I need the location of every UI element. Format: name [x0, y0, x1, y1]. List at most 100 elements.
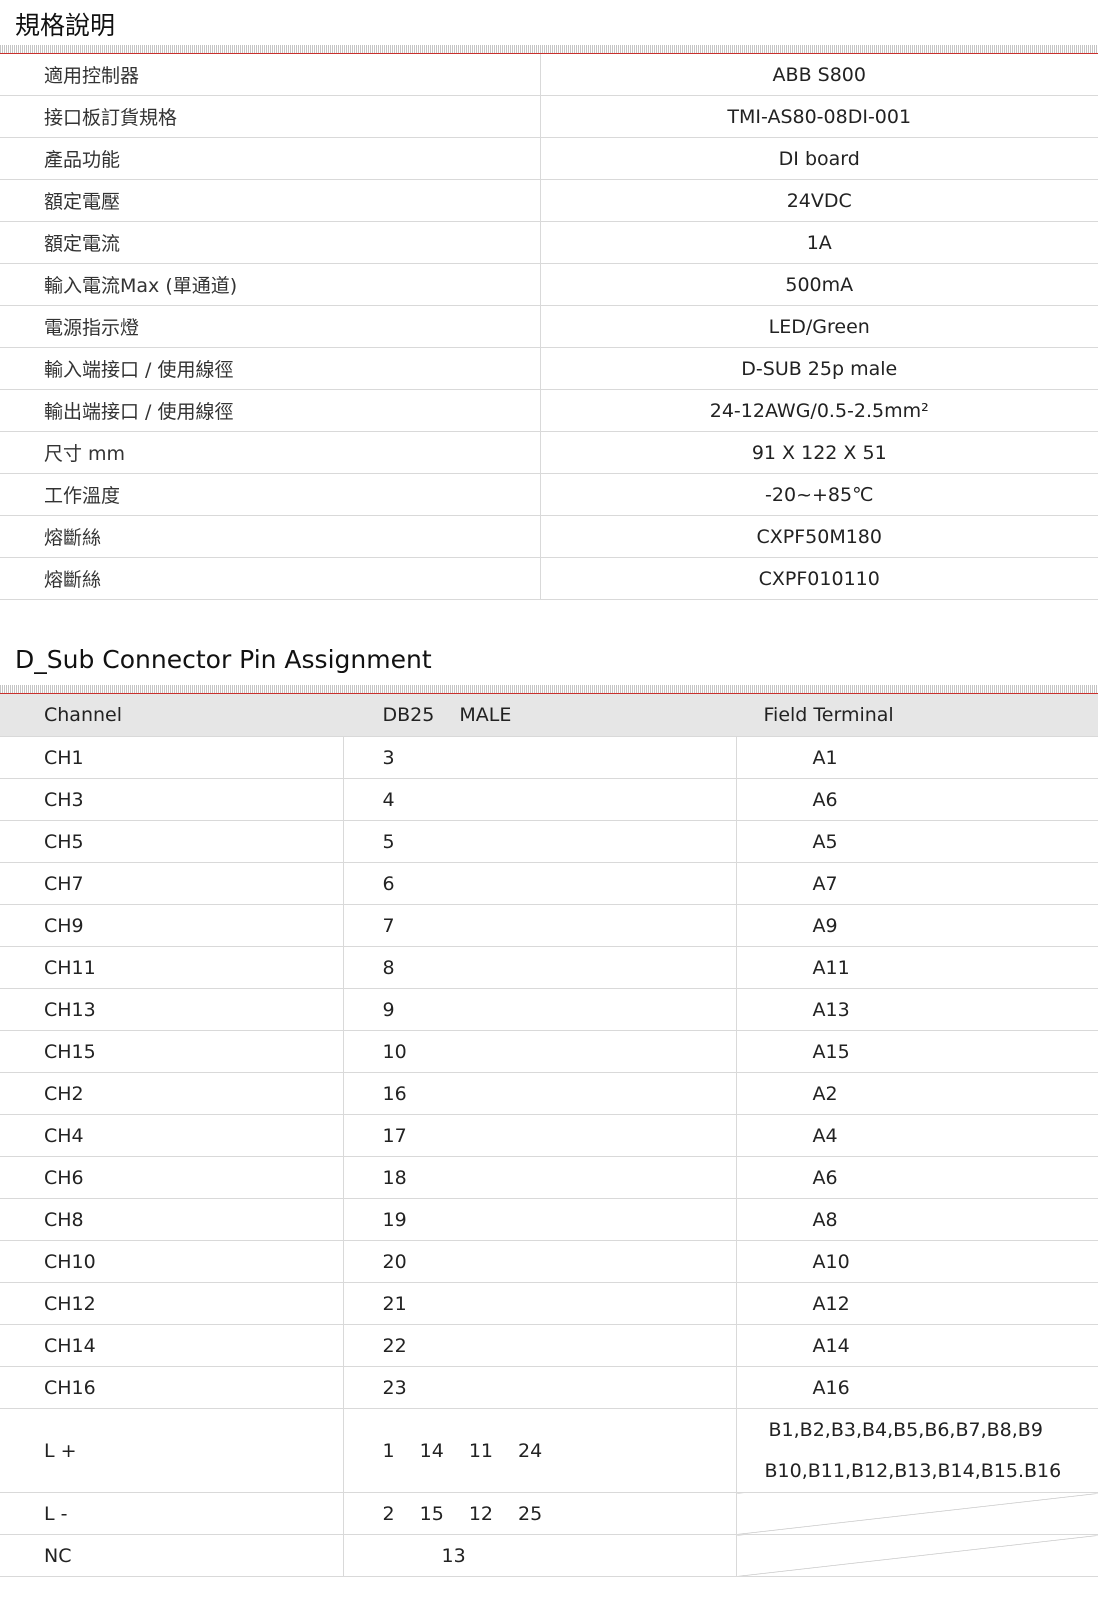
db25-pin-cell: 1 14 11 24 [342, 1408, 736, 1493]
field-terminal-cell: A7 [735, 862, 1098, 905]
db25-pin-cell: 20 [342, 1240, 736, 1283]
pin-row: CH3 4 A6 [0, 778, 1098, 821]
field-terminal-cell: A6 [735, 778, 1098, 821]
field-terminal-cell: A10 [735, 1240, 1098, 1283]
spec-label: 熔斷絲 [0, 557, 540, 600]
pin-row: CH1 3 A1 [0, 736, 1098, 779]
pin-row: CH8 19 A8 [0, 1198, 1098, 1241]
pin-row: CH14 22 A14 [0, 1324, 1098, 1367]
pin-row: CH6 18 A6 [0, 1156, 1098, 1199]
db25-pin-cell: 22 [342, 1324, 736, 1367]
pin-row: CH9 7 A9 [0, 904, 1098, 947]
pin-row: CH10 20 A10 [0, 1240, 1098, 1283]
pin-row: CH4 17 A4 [0, 1114, 1098, 1157]
channel-cell: CH10 [0, 1240, 343, 1283]
channel-cell: CH12 [0, 1282, 343, 1325]
spec-label: 接口板訂貨規格 [0, 95, 540, 138]
db25-pin-cell: 6 [342, 862, 736, 905]
spec-value: 24VDC [539, 179, 1098, 222]
db25-pin-cell: 10 [342, 1030, 736, 1073]
field-terminal-cell: A11 [735, 946, 1098, 989]
spec-value: DI board [539, 137, 1098, 180]
pin-row: CH5 5 A5 [0, 820, 1098, 863]
field-terminal-cell: B1,B2,B3,B4,B5,B6,B7,B8,B9 B10,B11,B12,B… [735, 1408, 1098, 1493]
channel-cell: CH13 [0, 988, 343, 1031]
spec-label: 產品功能 [0, 137, 540, 180]
channel-cell: CH5 [0, 820, 343, 863]
channel-cell: L + [0, 1408, 343, 1493]
pin-row: CH13 9 A13 [0, 988, 1098, 1031]
spec-table: 適用控制器 ABB S800 接口板訂貨規格 TMI-AS80-08DI-001 產… [0, 54, 1098, 600]
spec-value: 91 X 122 X 51 [539, 431, 1098, 474]
db25-pin-cell: 7 [342, 904, 736, 947]
pin-row-lminus: L - 2 15 12 25 [0, 1492, 1098, 1535]
spec-title-divider [0, 45, 1098, 54]
spec-row: 產品功能 DI board [0, 137, 1098, 180]
spec-row: 適用控制器 ABB S800 [0, 54, 1098, 96]
channel-cell: L - [0, 1492, 343, 1535]
channel-cell: CH7 [0, 862, 343, 905]
db25-pin-cell: 18 [342, 1156, 736, 1199]
pin-section-title: D_Sub Connector Pin Assignment [15, 645, 432, 674]
channel-cell: NC [0, 1534, 343, 1577]
db25-pin-cell: 9 [342, 988, 736, 1031]
db25-pin-cell: 17 [342, 1114, 736, 1157]
pin-row: CH12 21 A12 [0, 1282, 1098, 1325]
channel-cell: CH3 [0, 778, 343, 821]
field-terminal-cell: A15 [735, 1030, 1098, 1073]
spec-row: 額定電壓 24VDC [0, 179, 1098, 222]
db25-pin-cell: 19 [342, 1198, 736, 1241]
header-channel: Channel [0, 694, 343, 737]
empty-slashed-cell [735, 1492, 1098, 1535]
channel-cell: CH2 [0, 1072, 343, 1115]
spec-row: 額定電流 1A [0, 221, 1098, 264]
field-terminal-cell: A8 [735, 1198, 1098, 1241]
db25-pin-cell: 23 [342, 1366, 736, 1409]
spec-label: 額定電流 [0, 221, 540, 264]
spec-value: 1A [539, 221, 1098, 264]
db25-pin-cell: 5 [342, 820, 736, 863]
field-terminal-cell: A12 [735, 1282, 1098, 1325]
channel-cell: CH8 [0, 1198, 343, 1241]
spec-row: 接口板訂貨規格 TMI-AS80-08DI-001 [0, 95, 1098, 138]
pin-row-nc: NC 13 [0, 1534, 1098, 1577]
empty-slashed-cell [735, 1534, 1098, 1577]
spec-row: 熔斷絲 CXPF50M180 [0, 515, 1098, 558]
field-terminal-cell: A9 [735, 904, 1098, 947]
header-field-terminal: Field Terminal [735, 694, 1098, 737]
pin-title-divider [0, 685, 1098, 694]
spec-row: 輸出端接口 / 使用線徑 24-12AWG/0.5-2.5mm² [0, 389, 1098, 432]
spec-row: 工作溫度 -20~+85℃ [0, 473, 1098, 516]
db25-pin-cell: 2 15 12 25 [342, 1492, 736, 1535]
pin-row: CH7 6 A7 [0, 862, 1098, 905]
spec-label: 熔斷絲 [0, 515, 540, 558]
spec-row: 輸入電流Max (單通道) 500mA [0, 263, 1098, 306]
channel-cell: CH4 [0, 1114, 343, 1157]
field-terminal-cell: A5 [735, 820, 1098, 863]
db25-pin-cell: 21 [342, 1282, 736, 1325]
spec-label: 適用控制器 [0, 54, 540, 96]
channel-cell: CH1 [0, 736, 343, 779]
pin-row-lplus: L + 1 14 11 24 B1,B2,B3,B4,B5,B6,B7,B8,B… [0, 1408, 1098, 1493]
spec-value: TMI-AS80-08DI-001 [539, 95, 1098, 138]
spec-label: 電源指示燈 [0, 305, 540, 348]
field-terminal-cell: A1 [735, 736, 1098, 779]
spec-row: 熔斷絲 CXPF010110 [0, 557, 1098, 600]
spec-row: 輸入端接口 / 使用線徑 D-SUB 25p male [0, 347, 1098, 390]
db25-pin-cell: 3 [342, 736, 736, 779]
pin-assignment-table: Channel DB25 MALE Field Terminal CH1 3 A1 … [0, 694, 1098, 1577]
spec-label: 輸入電流Max (單通道) [0, 263, 540, 306]
db25-pin-cell: 4 [342, 778, 736, 821]
db25-pin-cell: 8 [342, 946, 736, 989]
spec-label: 輸入端接口 / 使用線徑 [0, 347, 540, 390]
spec-label: 輸出端接口 / 使用線徑 [0, 389, 540, 432]
channel-cell: CH11 [0, 946, 343, 989]
field-terminal-cell: A2 [735, 1072, 1098, 1115]
spec-value: CXPF010110 [539, 557, 1098, 600]
spec-row: 尺寸 mm 91 X 122 X 51 [0, 431, 1098, 474]
spec-value: 24-12AWG/0.5-2.5mm² [539, 389, 1098, 432]
spec-label: 額定電壓 [0, 179, 540, 222]
field-terminal-cell: A16 [735, 1366, 1098, 1409]
spec-section-title: 規格說明 [15, 11, 116, 40]
pin-row: CH2 16 A2 [0, 1072, 1098, 1115]
